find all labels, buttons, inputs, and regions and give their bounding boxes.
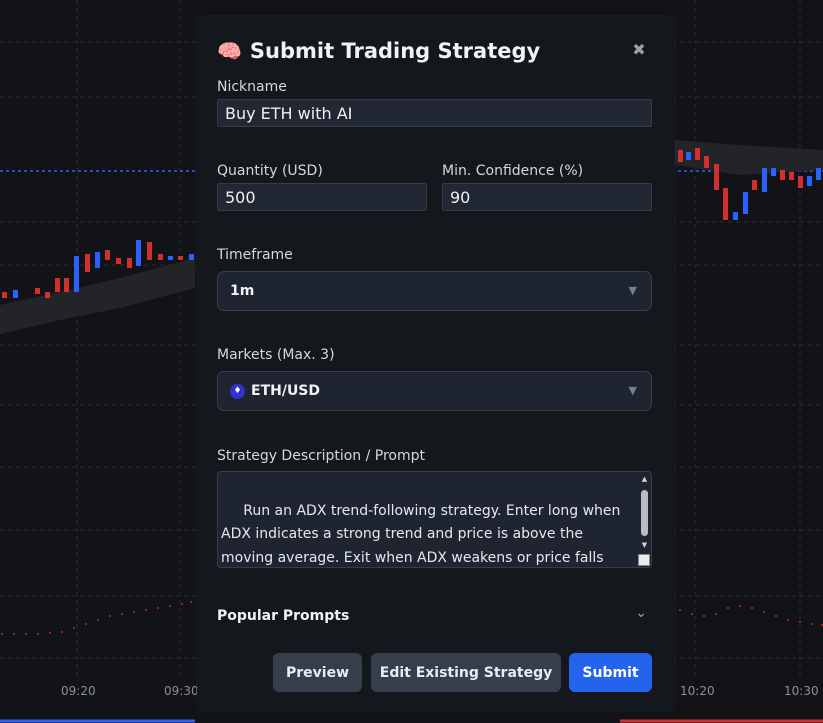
timeframe-label: Timeframe [217, 247, 293, 263]
quantity-label: Quantity (USD) [217, 163, 323, 179]
popular-prompts-title: Popular Prompts [217, 608, 350, 624]
close-icon[interactable]: ✖ [629, 40, 649, 60]
scroll-down-icon[interactable]: ▼ [640, 541, 649, 550]
scroll-thumb[interactable] [641, 490, 648, 536]
modal-title-text: Submit Trading Strategy [249, 39, 541, 63]
edit-existing-strategy-button[interactable]: Edit Existing Strategy [371, 653, 561, 692]
timeframe-value: 1m [230, 283, 255, 299]
preview-button[interactable]: Preview [273, 653, 362, 692]
modal-header: 🧠 Submit Trading Strategy ✖ [217, 38, 655, 68]
nickname-input[interactable]: Buy ETH with AI [217, 99, 652, 127]
popular-prompts-toggle[interactable]: Popular Prompts ⌄ [217, 605, 655, 627]
time-tick-label: 09:30 [164, 684, 199, 698]
nickname-label: Nickname [217, 79, 287, 95]
prompt-textarea[interactable]: Run an ADX trend-following strategy. Ent… [217, 471, 652, 568]
prompt-label: Strategy Description / Prompt [217, 448, 426, 464]
caret-down-icon: ▼ [628, 384, 637, 397]
caret-down-icon: ▼ [628, 284, 637, 297]
min-confidence-input[interactable]: 90 [442, 183, 652, 211]
prompt-text: Run an ADX trend-following strategy. Ent… [221, 502, 621, 566]
textarea-scrollbar[interactable]: ▲ ▼ [639, 475, 649, 565]
submit-button[interactable]: Submit [569, 653, 652, 692]
timeframe-select[interactable]: 1m ▼ [217, 271, 652, 311]
min-confidence-label: Min. Confidence (%) [442, 163, 584, 179]
submit-strategy-modal: 🧠 Submit Trading Strategy ✖ Nickname Buy… [197, 16, 675, 711]
time-tick-label: 09:20 [61, 684, 96, 698]
markets-value: ETH/USD [251, 383, 321, 399]
quantity-input[interactable]: 500 [217, 183, 427, 211]
time-tick-label: 10:30 [784, 684, 819, 698]
brain-icon: 🧠 [217, 39, 242, 63]
time-tick-label: 10:20 [680, 684, 715, 698]
modal-title: 🧠 Submit Trading Strategy [217, 38, 655, 64]
chevron-down-icon: ⌄ [635, 605, 647, 621]
resize-grip-icon[interactable] [638, 554, 650, 566]
markets-select[interactable]: ♦ ETH/USD ▼ [217, 371, 652, 411]
eth-icon: ♦ [230, 383, 245, 399]
markets-label: Markets (Max. 3) [217, 347, 335, 363]
scroll-up-icon[interactable]: ▲ [640, 475, 649, 484]
